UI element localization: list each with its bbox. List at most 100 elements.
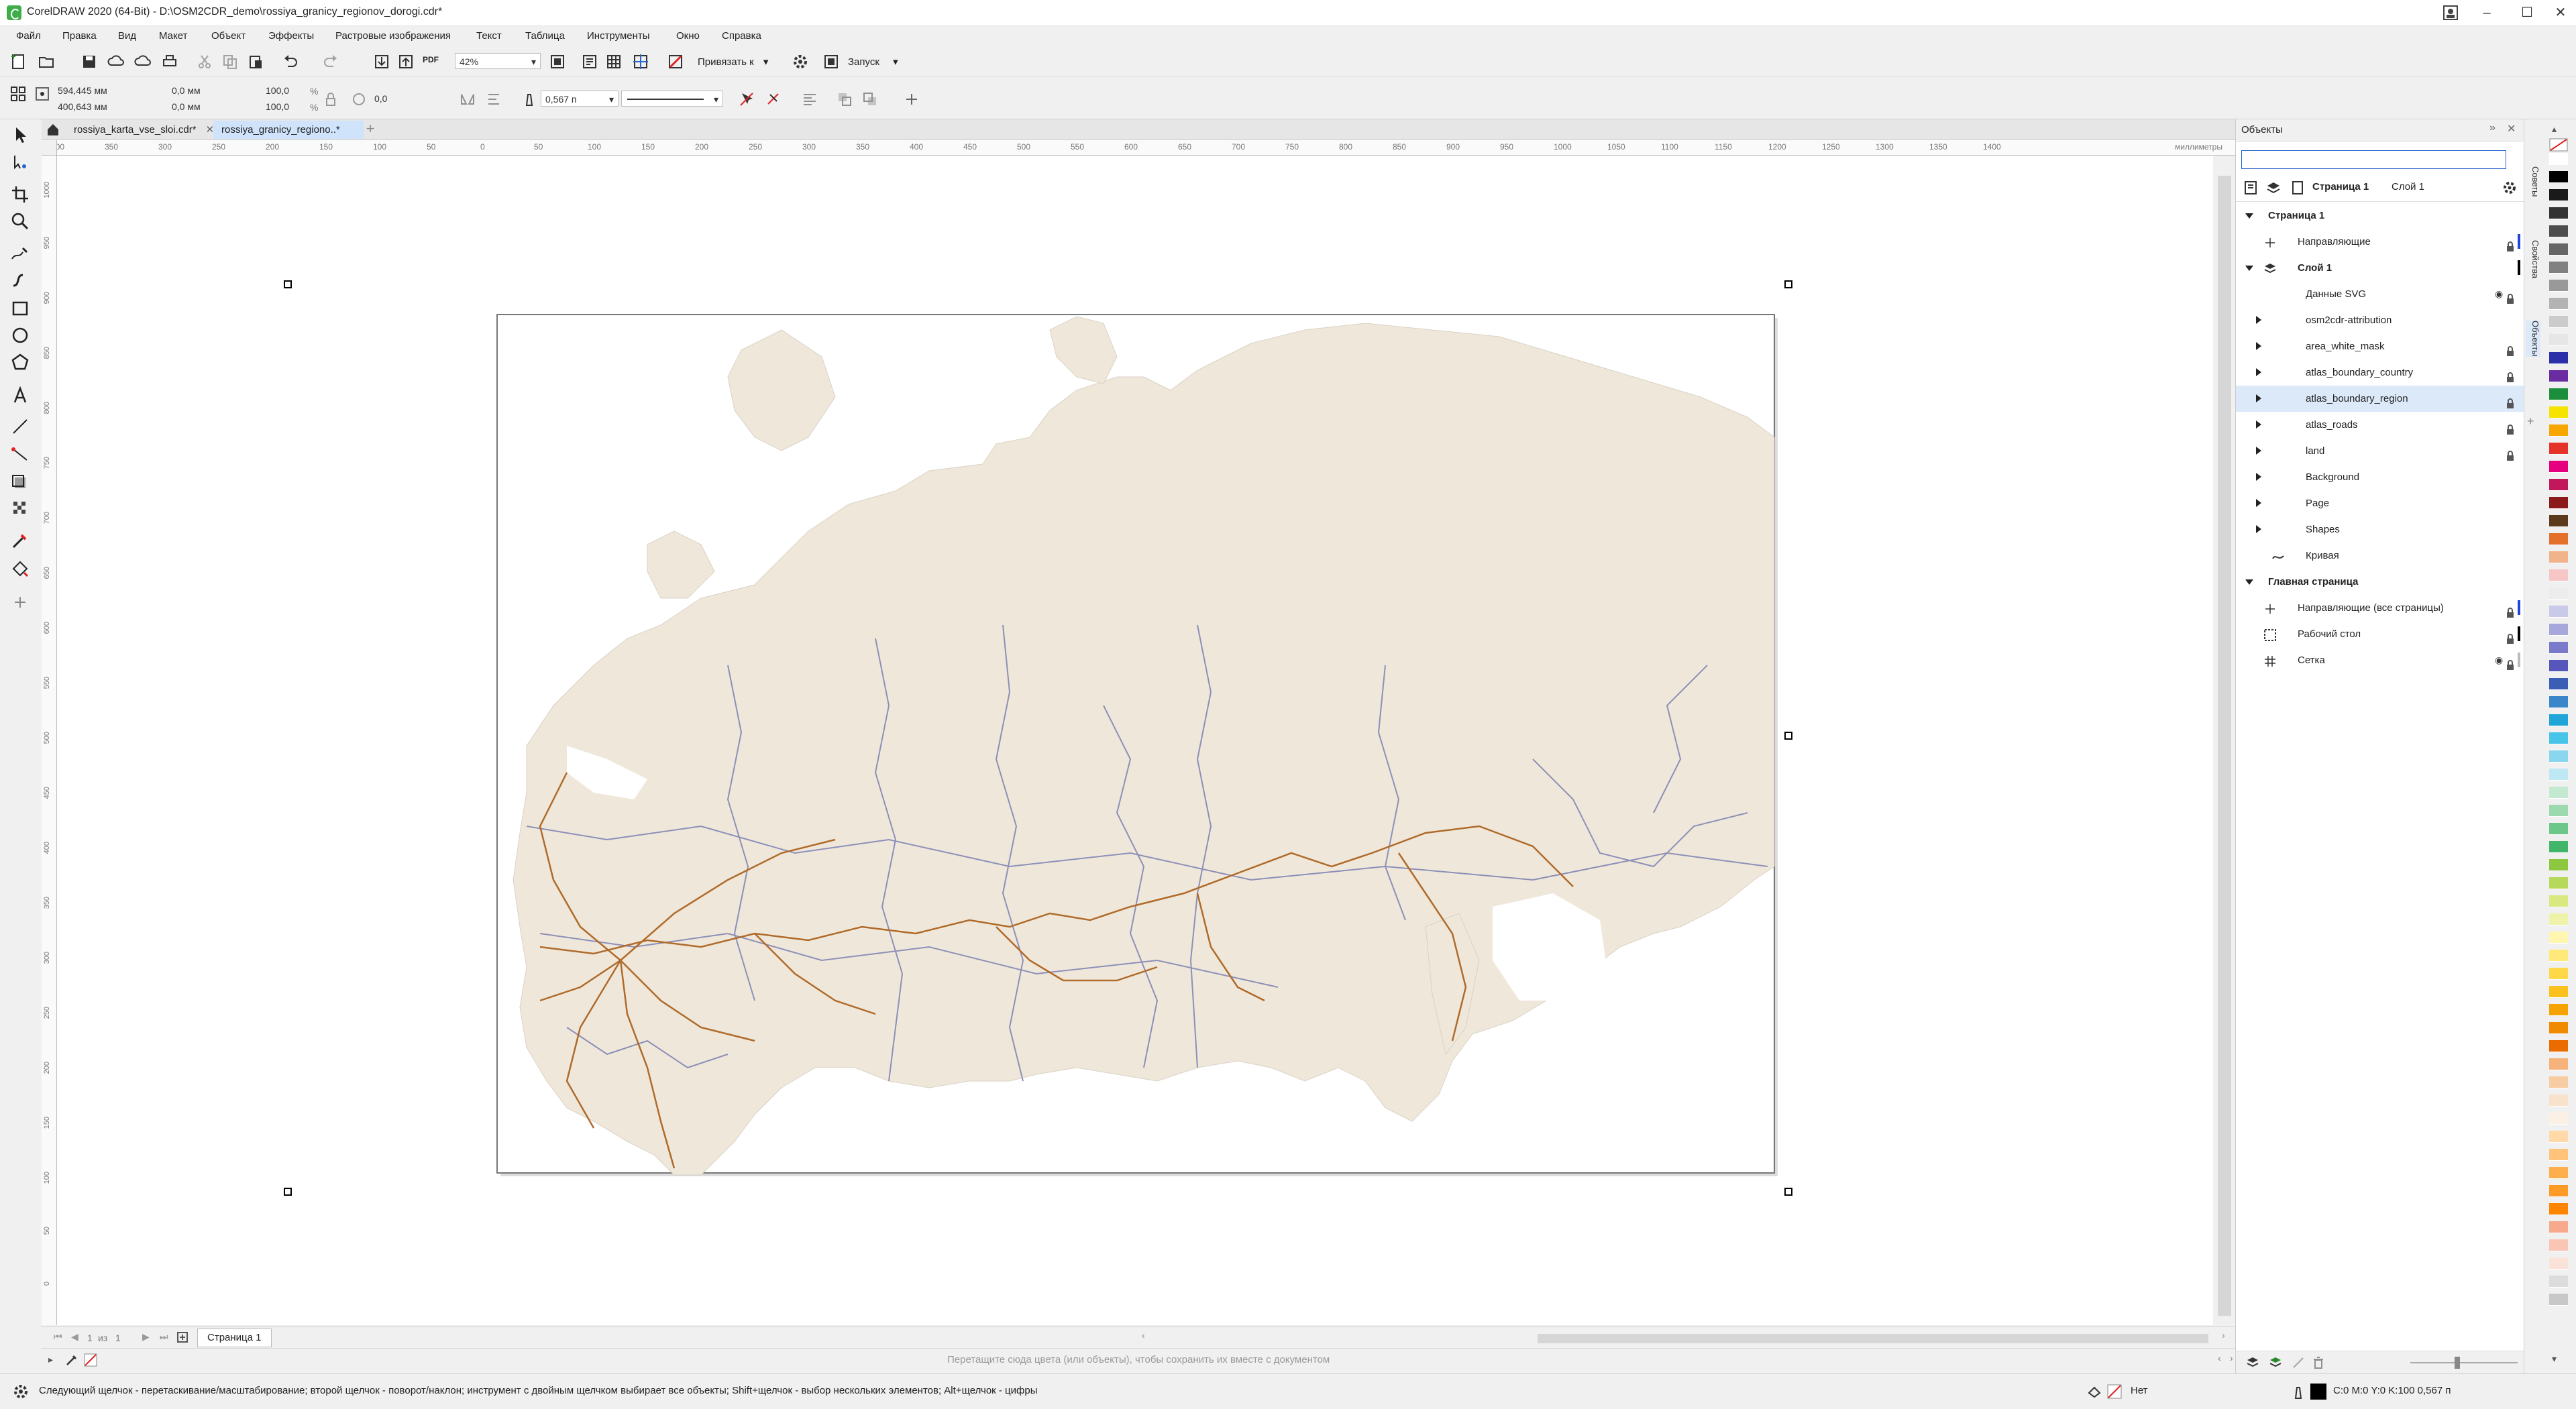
eyedropper-tool-icon[interactable]	[8, 528, 32, 553]
color-swatch[interactable]	[2549, 895, 2568, 907]
tree-row-page[interactable]: Page	[2236, 490, 2524, 516]
side-tab-objects[interactable]: Объекты	[2526, 321, 2540, 357]
color-swatch[interactable]	[2549, 950, 2568, 962]
color-swatch[interactable]	[2549, 696, 2568, 708]
color-swatch[interactable]	[2549, 877, 2568, 889]
status-settings-gear-icon[interactable]	[12, 1383, 30, 1400]
color-swatch[interactable]	[2549, 624, 2568, 636]
width-field[interactable]: 0,0 мм	[168, 82, 255, 99]
object-origin-icon[interactable]	[34, 85, 51, 103]
color-swatch[interactable]	[2549, 1276, 2568, 1288]
launch-dropdown[interactable]: Запуск ▾	[848, 56, 898, 68]
transparency-tool-icon[interactable]	[8, 496, 32, 520]
menu-tools[interactable]: Инструменты	[587, 30, 650, 42]
rectangle-tool-icon[interactable]	[8, 296, 32, 321]
menu-window[interactable]: Окно	[676, 30, 700, 42]
palette-scroll-up[interactable]: ▴	[2552, 123, 2557, 135]
color-swatch[interactable]	[2549, 660, 2568, 672]
menu-edit[interactable]: Правка	[62, 30, 97, 42]
menu-object[interactable]: Объект	[211, 30, 246, 42]
color-swatch[interactable]	[2549, 805, 2568, 817]
last-page-button[interactable]: ⏭	[160, 1331, 168, 1343]
expand-triangle-icon[interactable]	[2256, 499, 2261, 507]
show-guidelines-icon[interactable]	[632, 53, 649, 70]
color-swatch[interactable]	[2549, 425, 2568, 437]
expand-triangle-icon[interactable]	[2256, 420, 2261, 429]
vertical-ruler[interactable]: 1000 950 900 850 800 750 700 650 600 550 500 450 400…	[42, 155, 57, 1325]
zoom-level-combo[interactable]: 42% ▾	[455, 53, 541, 69]
pick-tool-icon[interactable]	[8, 123, 32, 148]
new-document-icon[interactable]	[9, 53, 27, 70]
docker-collapse-button[interactable]: »	[2489, 122, 2496, 134]
page-preset-icon[interactable]	[9, 85, 27, 103]
color-swatch[interactable]	[2549, 714, 2568, 726]
artistic-media-tool-icon[interactable]	[8, 268, 32, 292]
position-y-field[interactable]: 400,643 мм	[54, 99, 141, 115]
to-front-icon[interactable]	[836, 91, 853, 108]
visibility-eye-icon[interactable]: ◉	[2495, 281, 2503, 307]
import-icon[interactable]	[373, 53, 390, 70]
connector-tool-icon[interactable]	[8, 443, 32, 467]
launch-app-icon[interactable]	[822, 53, 840, 70]
objects-search-input[interactable]	[2241, 150, 2506, 169]
color-swatch[interactable]	[2549, 1022, 2568, 1034]
tree-row-atlas-boundary-country[interactable]: atlas_boundary_country	[2236, 359, 2524, 386]
thumbnail-size-thumb[interactable]	[2455, 1357, 2460, 1369]
welcome-home-icon[interactable]	[46, 122, 60, 137]
color-swatch[interactable]	[2549, 750, 2568, 763]
ruler-origin[interactable]	[42, 140, 57, 156]
tree-row-area-white-mask[interactable]: area_white_mask	[2236, 333, 2524, 359]
color-swatch[interactable]	[2549, 1203, 2568, 1215]
tree-row-главная-страница[interactable]: Главная страница	[2236, 569, 2524, 595]
undo-icon[interactable]	[282, 53, 299, 70]
color-swatch[interactable]	[2549, 262, 2568, 274]
drawing-canvas[interactable]	[57, 156, 2213, 1325]
color-swatch[interactable]	[2549, 298, 2568, 310]
color-swatch[interactable]	[2549, 153, 2568, 165]
palette-scroll-down[interactable]: ▾	[2552, 1353, 2557, 1365]
expand-triangle-icon[interactable]	[2256, 342, 2261, 350]
color-swatch[interactable]	[2549, 642, 2568, 654]
collapse-triangle-icon[interactable]	[2245, 579, 2253, 585]
transform-icon[interactable]	[765, 91, 782, 108]
color-swatch[interactable]	[2549, 1185, 2568, 1197]
tree-row-направляющие[interactable]: Направляющие	[2236, 229, 2524, 255]
scale-y-field[interactable]: 100,0	[262, 99, 309, 115]
add-property-icon[interactable]	[903, 91, 920, 108]
color-swatch[interactable]	[2549, 189, 2568, 201]
tree-row-osm2cdr-attribution[interactable]: osm2cdr-attribution	[2236, 307, 2524, 333]
hscroll-left-button[interactable]: ‹	[1142, 1330, 1152, 1341]
palette-menu-arrow[interactable]: ▸	[48, 1354, 53, 1365]
expand-triangle-icon[interactable]	[2256, 525, 2261, 533]
prev-page-button[interactable]: ◀	[71, 1331, 78, 1343]
color-swatch[interactable]	[2549, 1131, 2568, 1143]
expand-triangle-icon[interactable]	[2256, 368, 2261, 376]
move-layer-icon[interactable]	[2291, 1355, 2306, 1370]
crop-tool-icon[interactable]	[8, 182, 32, 207]
color-swatch[interactable]	[2549, 569, 2568, 581]
color-swatch[interactable]	[2549, 1076, 2568, 1088]
tree-row-страница-1[interactable]: Страница 1	[2236, 203, 2524, 229]
vertical-scroll-thumb[interactable]	[2218, 176, 2231, 1316]
color-swatch[interactable]	[2549, 1221, 2568, 1233]
palette-no-color[interactable]	[2549, 138, 2568, 152]
page-icon[interactable]	[2290, 180, 2306, 196]
page-view-icon[interactable]	[2243, 180, 2259, 196]
color-swatch[interactable]	[2549, 533, 2568, 545]
height-field[interactable]: 0,0 мм	[168, 99, 255, 115]
print-icon[interactable]	[161, 53, 178, 70]
color-swatch[interactable]	[2549, 171, 2568, 183]
tab-rossiya-karta[interactable]: rossiya_karta_vse_sloi.cdr* ✕	[66, 121, 223, 139]
color-swatch[interactable]	[2549, 859, 2568, 871]
polygon-tool-icon[interactable]	[8, 350, 32, 374]
first-page-button[interactable]: ⏮	[54, 1331, 62, 1343]
paste-icon[interactable]	[247, 53, 264, 70]
color-swatch[interactable]	[2549, 243, 2568, 256]
options-gear-icon[interactable]	[792, 53, 809, 70]
parallel-dimension-tool-icon[interactable]	[8, 414, 32, 439]
fill-swatch-none[interactable]	[2106, 1384, 2123, 1400]
mirror-vertical-icon[interactable]	[486, 91, 503, 108]
account-icon[interactable]	[2442, 4, 2459, 21]
color-swatch[interactable]	[2549, 461, 2568, 473]
collapse-triangle-icon[interactable]	[2245, 213, 2253, 219]
